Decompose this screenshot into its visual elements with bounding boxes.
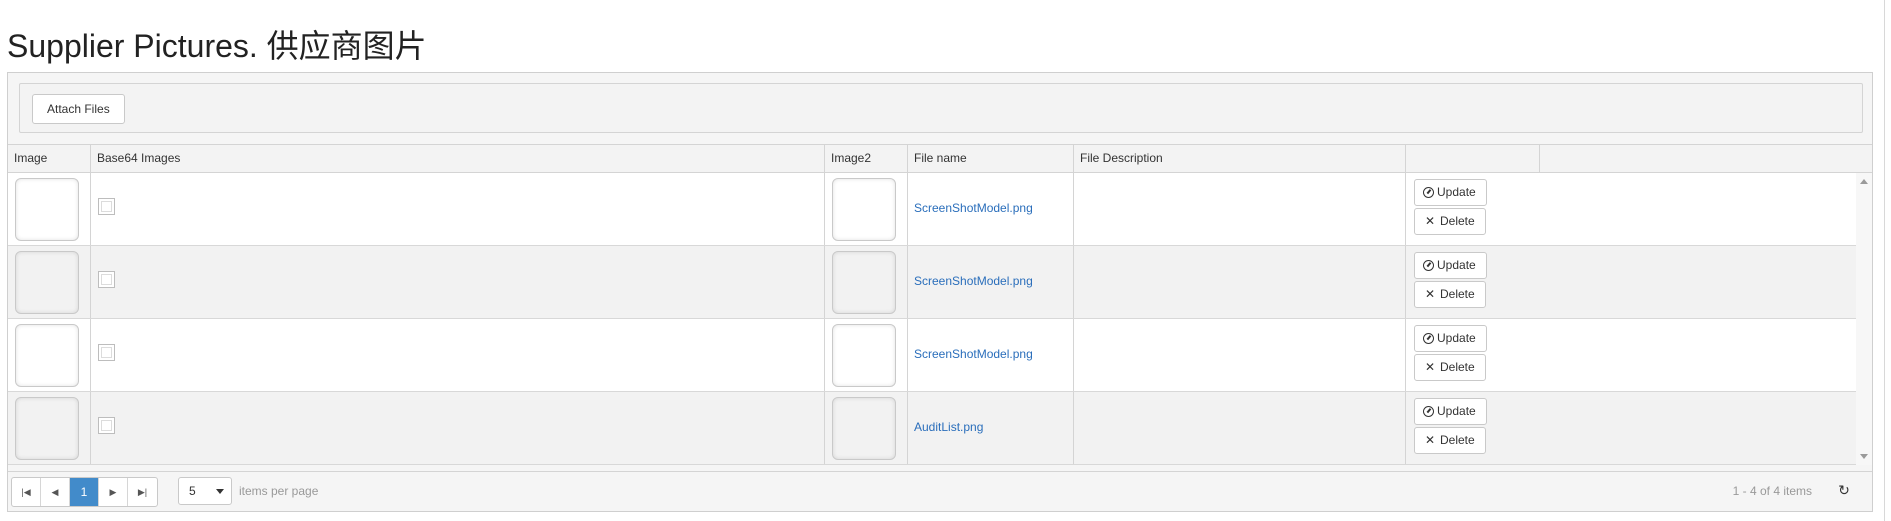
- image2-cell: [825, 173, 908, 245]
- close-icon: ✕: [1424, 433, 1436, 447]
- image2-thumbnail[interactable]: [832, 324, 896, 387]
- refresh-icon[interactable]: ↻: [1836, 482, 1852, 498]
- table-row[interactable]: ScreenShotModel.png Update ✕ Delete: [8, 246, 1856, 319]
- page-title: Supplier Pictures. 供应商图片: [7, 28, 427, 64]
- delete-button[interactable]: ✕ Delete: [1414, 354, 1486, 381]
- column-header-file-name[interactable]: File name: [908, 145, 1074, 172]
- update-icon: [1423, 333, 1434, 344]
- file-name-link[interactable]: AuditList.png: [914, 420, 983, 434]
- file-name-cell: AuditList.png: [908, 392, 1074, 464]
- file-description-cell: [1074, 246, 1406, 318]
- delete-label: Delete: [1440, 287, 1475, 301]
- file-name-link[interactable]: ScreenShotModel.png: [914, 274, 1033, 288]
- last-page-icon[interactable]: ▶|: [128, 478, 157, 506]
- image-thumbnail[interactable]: [15, 178, 79, 241]
- table-row[interactable]: ScreenShotModel.png Update ✕ Delete: [8, 173, 1856, 246]
- file-name-cell: ScreenShotModel.png: [908, 246, 1074, 318]
- update-label: Update: [1437, 331, 1476, 345]
- column-header-image[interactable]: Image: [8, 145, 91, 172]
- delete-button[interactable]: ✕ Delete: [1414, 427, 1486, 454]
- base64-cell: [91, 392, 825, 464]
- file-description-cell: [1074, 319, 1406, 391]
- scroll-up-arrow-icon[interactable]: [1860, 179, 1868, 184]
- file-name-cell: ScreenShotModel.png: [908, 173, 1074, 245]
- delete-label: Delete: [1440, 214, 1475, 228]
- base64-cell: [91, 246, 825, 318]
- image2-cell: [825, 246, 908, 318]
- image-cell: [8, 319, 91, 391]
- column-header-actions: [1406, 145, 1540, 172]
- actions-cell: Update ✕ Delete: [1406, 392, 1540, 464]
- image-cell: [8, 173, 91, 245]
- pager-info: 1 - 4 of 4 items: [1732, 484, 1812, 498]
- page-size-select[interactable]: 5: [178, 477, 232, 505]
- grid-body: ScreenShotModel.png Update ✕ Delete Scre…: [8, 173, 1856, 465]
- update-label: Update: [1437, 258, 1476, 272]
- chevron-down-icon: [216, 489, 224, 494]
- update-button[interactable]: Update: [1414, 398, 1487, 425]
- actions-cell: Update ✕ Delete: [1406, 246, 1540, 318]
- pager-buttons: |◀ ◀ 1 ▶ ▶|: [11, 477, 158, 507]
- update-button[interactable]: Update: [1414, 179, 1487, 206]
- file-description-cell: [1074, 392, 1406, 464]
- page-border: [1884, 0, 1885, 521]
- base64-cell: [91, 319, 825, 391]
- prev-page-icon[interactable]: ◀: [41, 478, 70, 506]
- base64-image-placeholder: [98, 417, 115, 434]
- file-name-link[interactable]: ScreenShotModel.png: [914, 201, 1033, 215]
- attach-files-button[interactable]: Attach Files: [32, 94, 125, 124]
- update-label: Update: [1437, 404, 1476, 418]
- close-icon: ✕: [1424, 214, 1436, 228]
- column-header-image2[interactable]: Image2: [825, 145, 908, 172]
- update-icon: [1423, 260, 1434, 271]
- update-label: Update: [1437, 185, 1476, 199]
- delete-label: Delete: [1440, 433, 1475, 447]
- update-icon: [1423, 187, 1434, 198]
- current-page-button[interactable]: 1: [70, 478, 99, 506]
- actions-cell: Update ✕ Delete: [1406, 173, 1540, 245]
- file-name-link[interactable]: ScreenShotModel.png: [914, 347, 1033, 361]
- image2-thumbnail[interactable]: [832, 397, 896, 460]
- file-description-cell: [1074, 173, 1406, 245]
- items-per-page-label: items per page: [239, 484, 319, 498]
- grid-header: Image Base64 Images Image2 File name Fil…: [8, 144, 1856, 173]
- page-size-value: 5: [189, 484, 196, 498]
- close-icon: ✕: [1424, 287, 1436, 301]
- image2-cell: [825, 392, 908, 464]
- delete-button[interactable]: ✕ Delete: [1414, 208, 1486, 235]
- base64-image-placeholder: [98, 271, 115, 288]
- base64-cell: [91, 173, 825, 245]
- table-row[interactable]: AuditList.png Update ✕ Delete: [8, 392, 1856, 465]
- image-thumbnail[interactable]: [15, 251, 79, 314]
- column-header-file-description[interactable]: File Description: [1074, 145, 1406, 172]
- scroll-down-arrow-icon[interactable]: [1860, 454, 1868, 459]
- image-cell: [8, 246, 91, 318]
- actions-cell: Update ✕ Delete: [1406, 319, 1540, 391]
- image2-thumbnail[interactable]: [832, 178, 896, 241]
- next-page-icon[interactable]: ▶: [99, 478, 128, 506]
- grid-pager: |◀ ◀ 1 ▶ ▶| 5 items per page 1 - 4 of 4 …: [8, 471, 1872, 511]
- image2-cell: [825, 319, 908, 391]
- base64-image-placeholder: [98, 344, 115, 361]
- image-thumbnail[interactable]: [15, 397, 79, 460]
- update-icon: [1423, 406, 1434, 417]
- close-icon: ✕: [1424, 360, 1436, 374]
- update-button[interactable]: Update: [1414, 252, 1487, 279]
- page: Supplier Pictures. 供应商图片 Attach Files Im…: [0, 0, 1891, 521]
- column-header-base64-images[interactable]: Base64 Images: [91, 145, 825, 172]
- image-cell: [8, 392, 91, 464]
- base64-image-placeholder: [98, 198, 115, 215]
- first-page-icon[interactable]: |◀: [12, 478, 41, 506]
- grid-toolbar: Attach Files: [19, 83, 1863, 133]
- image2-thumbnail[interactable]: [832, 251, 896, 314]
- table-row[interactable]: ScreenShotModel.png Update ✕ Delete: [8, 319, 1856, 392]
- image-thumbnail[interactable]: [15, 324, 79, 387]
- delete-label: Delete: [1440, 360, 1475, 374]
- file-name-cell: ScreenShotModel.png: [908, 319, 1074, 391]
- header-scroll-spacer: [1856, 144, 1872, 173]
- vertical-scrollbar[interactable]: [1856, 173, 1872, 465]
- update-button[interactable]: Update: [1414, 325, 1487, 352]
- pictures-grid: Attach Files Image Base64 Images Image2 …: [7, 72, 1873, 512]
- delete-button[interactable]: ✕ Delete: [1414, 281, 1486, 308]
